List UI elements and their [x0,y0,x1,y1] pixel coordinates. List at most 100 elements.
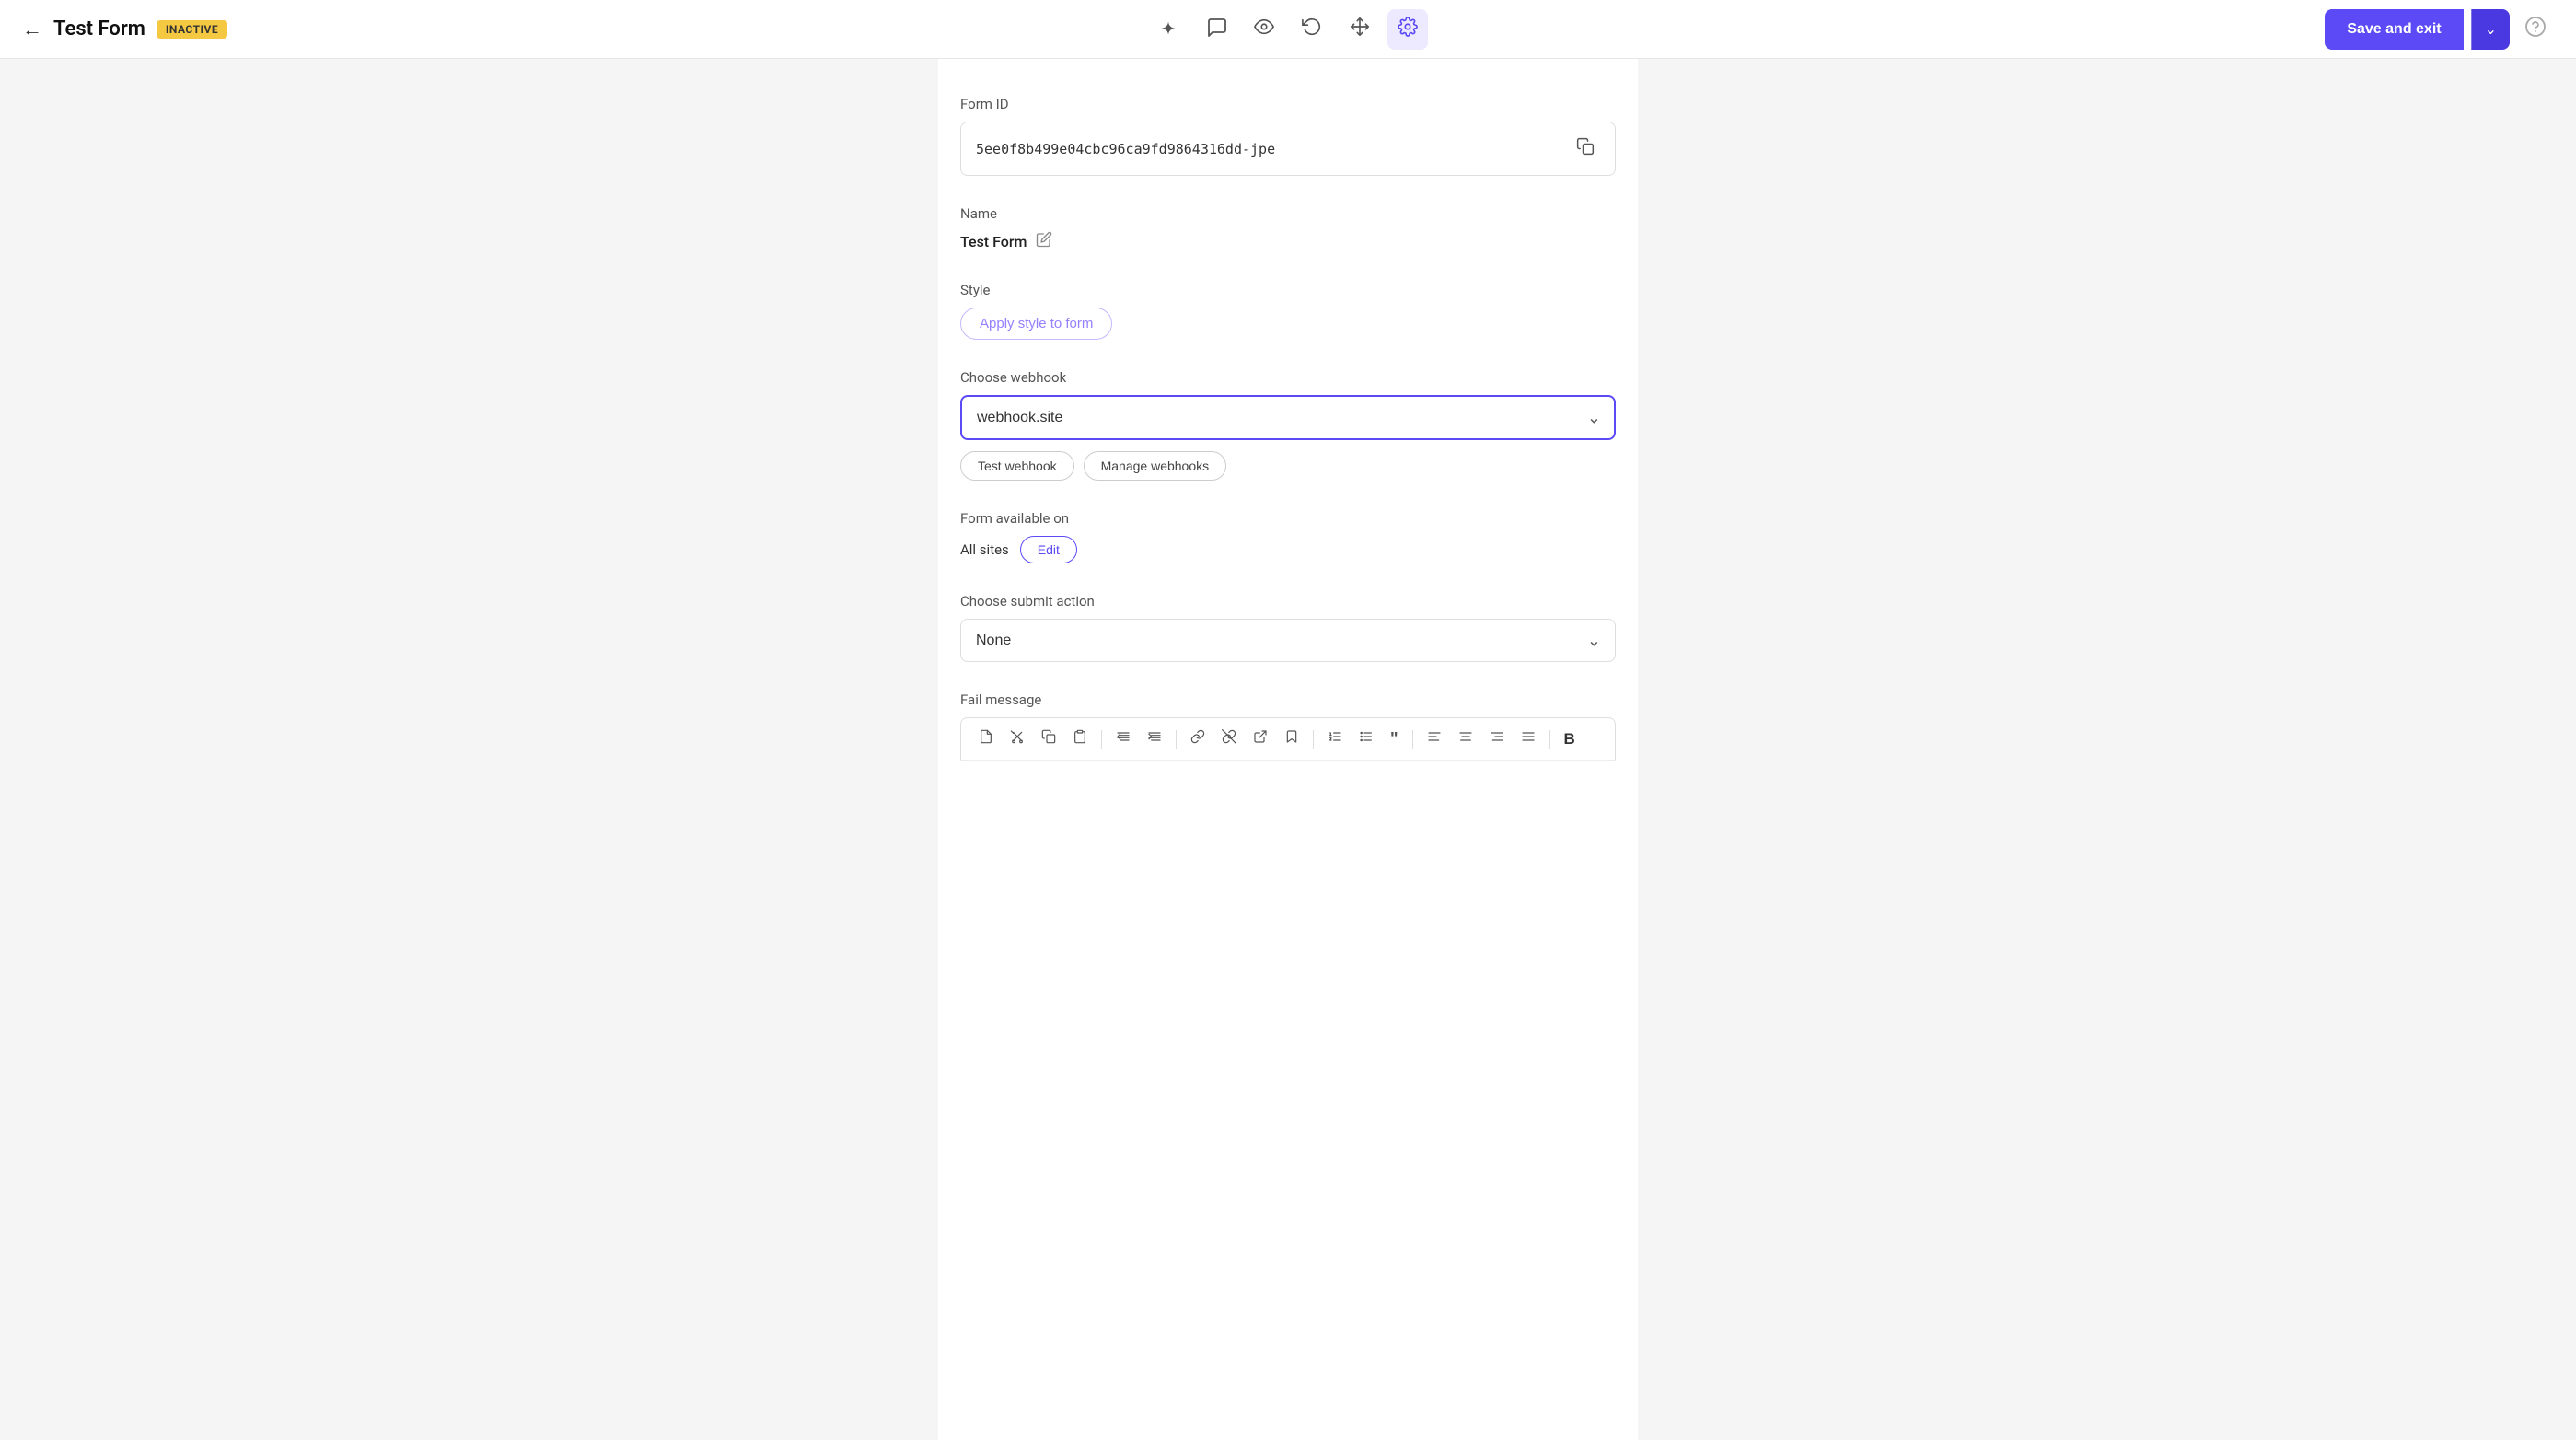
align-justify-icon [1521,729,1536,749]
help-button[interactable] [2517,11,2554,48]
name-section: Name Test Form [960,205,1616,252]
webhook-label: Choose webhook [960,369,1616,386]
webhook-actions: Test webhook Manage webhooks [960,451,1616,481]
preview-button[interactable] [1244,9,1284,50]
form-id-section: Form ID 5ee0f8b499e04cbc96ca9fd9864316dd… [960,96,1616,176]
chat-button[interactable] [1196,9,1236,50]
bold-icon: B [1564,730,1575,749]
webhook-select-wrapper: webhook.site ⌄ [960,395,1616,440]
indent-icon [1147,729,1162,749]
link-icon [1190,729,1205,749]
toolbar-sep-2 [1176,730,1177,749]
fail-message-section: Fail message [960,691,1616,761]
settings-button[interactable] [1387,9,1428,50]
form-id-box: 5ee0f8b499e04cbc96ca9fd9864316dd-jpe [960,122,1616,176]
cut-icon [1010,729,1025,749]
test-webhook-button[interactable]: Test webhook [960,451,1074,481]
unlink-button[interactable] [1215,726,1243,752]
align-justify-button[interactable] [1514,726,1542,752]
edit-name-button[interactable] [1036,231,1052,252]
webhook-select[interactable]: webhook.site [960,395,1616,440]
history-button[interactable] [1292,9,1332,50]
header-toolbar: ✦ [866,9,1711,50]
style-section: Style Apply style to form [960,282,1616,340]
blockquote-icon: " [1390,729,1398,749]
copy-icon [1576,141,1595,159]
status-badge: INACTIVE [157,20,227,39]
magic-wand-icon: ✦ [1161,17,1177,41]
blockquote-button[interactable]: " [1384,726,1405,752]
submit-action-label: Choose submit action [960,593,1616,610]
align-center-button[interactable] [1452,726,1479,752]
bookmark-button[interactable] [1278,726,1305,752]
magic-wand-button[interactable]: ✦ [1148,9,1189,50]
copy2-icon [1041,729,1056,749]
available-value: All sites [960,541,1009,558]
toolbar-sep-3 [1313,730,1314,749]
ordered-list-button[interactable] [1321,726,1349,752]
unordered-list-button[interactable] [1352,726,1380,752]
edit-icon [1036,236,1052,251]
history-icon [1302,17,1322,42]
move-icon [1350,17,1370,42]
name-value: Test Form [960,233,1027,250]
page-title: Test Form [53,17,145,41]
toolbar-sep-5 [1549,730,1550,749]
back-button[interactable]: ← [22,17,42,41]
toolbar-sep-4 [1412,730,1413,749]
bookmark-icon [1284,729,1299,749]
help-icon [2524,16,2547,43]
fail-message-label: Fail message [960,691,1616,708]
align-right-icon [1490,729,1504,749]
external-link-button[interactable] [1247,726,1274,752]
available-section: Form available on All sites Edit [960,510,1616,563]
form-id-value: 5ee0f8b499e04cbc96ca9fd9864316dd-jpe [976,141,1571,157]
move-button[interactable] [1340,9,1380,50]
app-header: ← Test Form INACTIVE ✦ [0,0,2576,59]
submit-action-select-wrapper: None ⌄ [960,619,1616,662]
paste-button[interactable] [1066,726,1094,752]
doc-icon [979,729,993,749]
submit-action-section: Choose submit action None ⌄ [960,593,1616,662]
link-button[interactable] [1184,726,1212,752]
save-and-exit-button[interactable]: Save and exit [2325,9,2463,50]
align-left-icon [1427,729,1442,749]
name-row: Test Form [960,231,1616,252]
form-id-label: Form ID [960,96,1616,112]
chat-icon [1206,17,1226,42]
cut-button[interactable] [1004,726,1031,752]
header-right: Save and exit ⌄ [1710,9,2554,50]
header-left: ← Test Form INACTIVE [22,17,866,41]
align-left-button[interactable] [1421,726,1448,752]
apply-style-button[interactable]: Apply style to form [960,308,1112,340]
indent-button[interactable] [1141,726,1168,752]
bold-button[interactable]: B [1558,726,1582,752]
edit-available-button[interactable]: Edit [1020,536,1077,563]
copy-button[interactable] [1035,726,1062,752]
new-doc-button[interactable] [972,726,1000,752]
external-link-icon [1253,729,1268,749]
submit-action-select[interactable]: None [960,619,1616,662]
save-dropdown-button[interactable]: ⌄ [2471,9,2510,50]
style-label: Style [960,282,1616,298]
settings-icon [1398,17,1418,42]
chevron-down-icon: ⌄ [2485,22,2497,38]
back-icon: ← [22,17,42,41]
align-center-icon [1458,729,1473,749]
eye-icon [1254,17,1274,42]
copy-id-button[interactable] [1571,135,1600,162]
manage-webhooks-button[interactable]: Manage webhooks [1084,451,1227,481]
outdent-button[interactable] [1109,726,1137,752]
unlink-icon [1222,729,1236,749]
available-row: All sites Edit [960,536,1616,563]
available-label: Form available on [960,510,1616,527]
ordered-list-icon [1328,729,1342,749]
outdent-icon [1116,729,1131,749]
unordered-list-icon [1359,729,1374,749]
main-content: Form ID 5ee0f8b499e04cbc96ca9fd9864316dd… [938,59,1638,1440]
name-label: Name [960,205,1616,222]
webhook-section: Choose webhook webhook.site ⌄ Test webho… [960,369,1616,481]
clipboard-icon [1073,729,1087,749]
editor-toolbar: " [960,717,1616,761]
align-right-button[interactable] [1483,726,1511,752]
